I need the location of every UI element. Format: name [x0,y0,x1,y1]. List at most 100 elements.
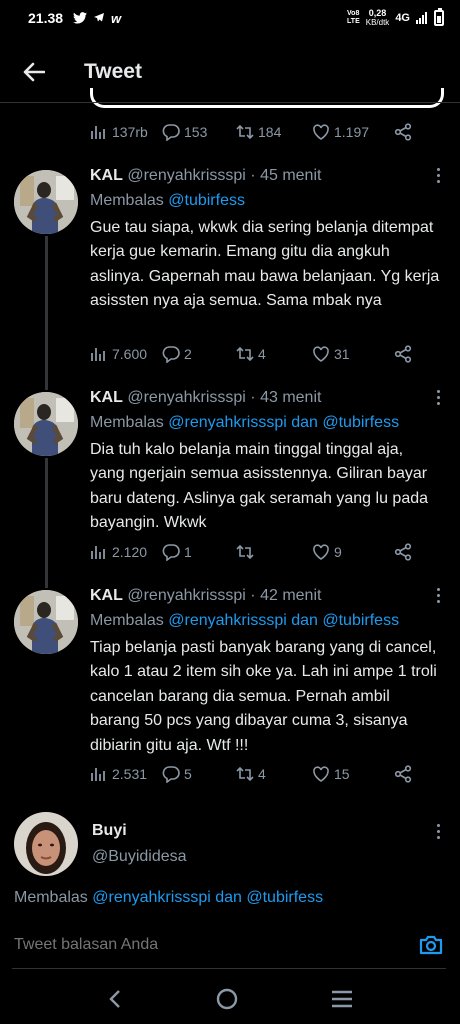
quoted-tweet-card[interactable] [90,88,444,108]
views-count: 2.531 [112,766,148,782]
more-options-button[interactable] [434,588,442,606]
like-button[interactable]: 15 [312,765,394,783]
thread-line [45,236,48,390]
tweet-time: · 45 menit [250,167,322,184]
back-button[interactable] [20,58,48,86]
tweet-header: KAL @renyahkrissspi · 45 menit [90,167,321,185]
like-button[interactable]: 9 [312,543,394,561]
composer-avatar[interactable] [14,812,78,876]
views-icon [91,348,105,361]
replying-to-label: Membalas [90,192,164,209]
camera-button[interactable] [418,932,444,958]
author-name[interactable]: KAL [90,167,123,184]
heart-icon [313,346,329,362]
nav-home-button[interactable] [216,988,238,1015]
views-button[interactable]: 2.531 [90,765,162,783]
views-icon [91,768,105,781]
retweet-button[interactable] [236,543,312,561]
views-button[interactable]: 7.600 [90,345,162,363]
reply-button[interactable]: 1 [162,543,236,561]
replying-to: Membalas @renyahkrissspi dan @tubirfess [90,612,399,630]
author-handle[interactable]: @renyahkrissspi [127,167,246,184]
share-icon [394,543,412,561]
views-button[interactable]: 137rb [90,123,162,141]
author-handle[interactable]: @renyahkrissspi [127,389,246,406]
header-divider [0,102,460,103]
views-button[interactable]: 2.120 [90,543,162,561]
replying-to: Membalas @renyahkrissspi dan @tubirfess [90,414,399,432]
reply-button[interactable]: 2 [162,345,236,363]
share-button[interactable] [394,765,412,783]
share-button[interactable] [394,345,412,363]
retweet-icon [236,766,254,782]
tweet-actions: 7.600 2 4 31 [90,343,412,365]
twitter-bird-icon [73,12,88,24]
retweet-button[interactable]: 4 [236,765,312,783]
share-button[interactable] [394,543,412,561]
reply-button[interactable]: 153 [162,123,236,141]
composer-user-handle: @Buyididesa [92,848,187,865]
author-handle[interactable]: @renyahkrissspi [127,587,246,604]
retweet-count: 4 [258,346,266,362]
like-count: 31 [334,346,350,362]
tweet-header: KAL @renyahkrissspi · 42 menit [90,587,321,605]
views-count: 137rb [112,124,148,140]
replying-to-label: Membalas [90,414,164,431]
like-button[interactable]: 1.197 [312,123,394,141]
telegram-icon [94,13,105,22]
reply-count: 5 [184,766,192,782]
reply-icon [162,124,180,141]
avatar[interactable] [14,170,78,234]
thread-line [45,458,48,588]
composer-user-name: Buyi [92,822,127,839]
tweet-text: Tiap belanja pasti banyak barang yang di… [90,639,437,754]
main-tweet-actions: 137rb 153 184 1.197 [90,121,412,143]
nav-back-button[interactable] [107,989,123,1014]
composer-more-button[interactable] [434,824,442,842]
author-name[interactable]: KAL [90,389,123,406]
volte-indicator: Vo8 LTE [347,10,360,26]
signal-icon [416,12,427,24]
status-time: 21.38 [28,10,64,26]
reply-button[interactable]: 5 [162,765,236,783]
avatar[interactable] [14,392,78,456]
home-circle-icon [216,988,238,1009]
heart-icon [313,544,329,560]
like-count: 1.197 [334,124,370,140]
retweet-button[interactable]: 4 [236,345,312,363]
share-icon [394,123,412,141]
tweet-text: Dia tuh kalo belanja main tinggal tingga… [90,441,429,532]
reply-input[interactable] [14,932,404,958]
retweet-button[interactable]: 184 [236,123,312,141]
author-name[interactable]: KAL [90,587,123,604]
tweet-actions: 2.120 1 9 [90,541,412,563]
replying-to: Membalas @tubirfess [90,192,245,210]
reply-mention-link[interactable]: @renyahkrissspi dan @tubirfess [168,612,399,629]
share-button[interactable] [394,123,412,141]
avatar[interactable] [14,590,78,654]
composer-replying-to: Membalas @renyahkrissspi dan @tubirfess [14,889,323,907]
network-type: 4G [395,12,410,24]
net-speed-unit: KB/dtk [365,18,390,27]
more-options-button[interactable] [434,168,442,186]
notification-icons: w [73,11,121,26]
composer-divider [12,968,446,969]
net-speed-value: 0,28 [368,8,387,18]
like-count: 15 [334,766,350,782]
page-title: Tweet [84,60,142,83]
reply-mention-link[interactable]: @renyahkrissspi dan @tubirfess [168,414,399,431]
like-button[interactable]: 31 [312,345,394,363]
reply-icon [162,346,180,363]
reply-mention-link[interactable]: @renyahkrissspi dan @tubirfess [92,889,323,906]
avatar-photo [14,812,78,876]
avatar-photo [14,392,78,456]
reply-mention-link[interactable]: @tubirfess [168,192,245,209]
nav-recents-button[interactable] [331,990,353,1013]
tweet-header: KAL @renyahkrissspi · 43 menit [90,389,321,407]
avatar-photo [14,170,78,234]
more-options-button[interactable] [434,390,442,408]
retweet-icon [236,124,254,140]
menu-lines-icon [332,990,353,1007]
views-count: 2.120 [112,544,148,560]
reply-count: 2 [184,346,192,362]
